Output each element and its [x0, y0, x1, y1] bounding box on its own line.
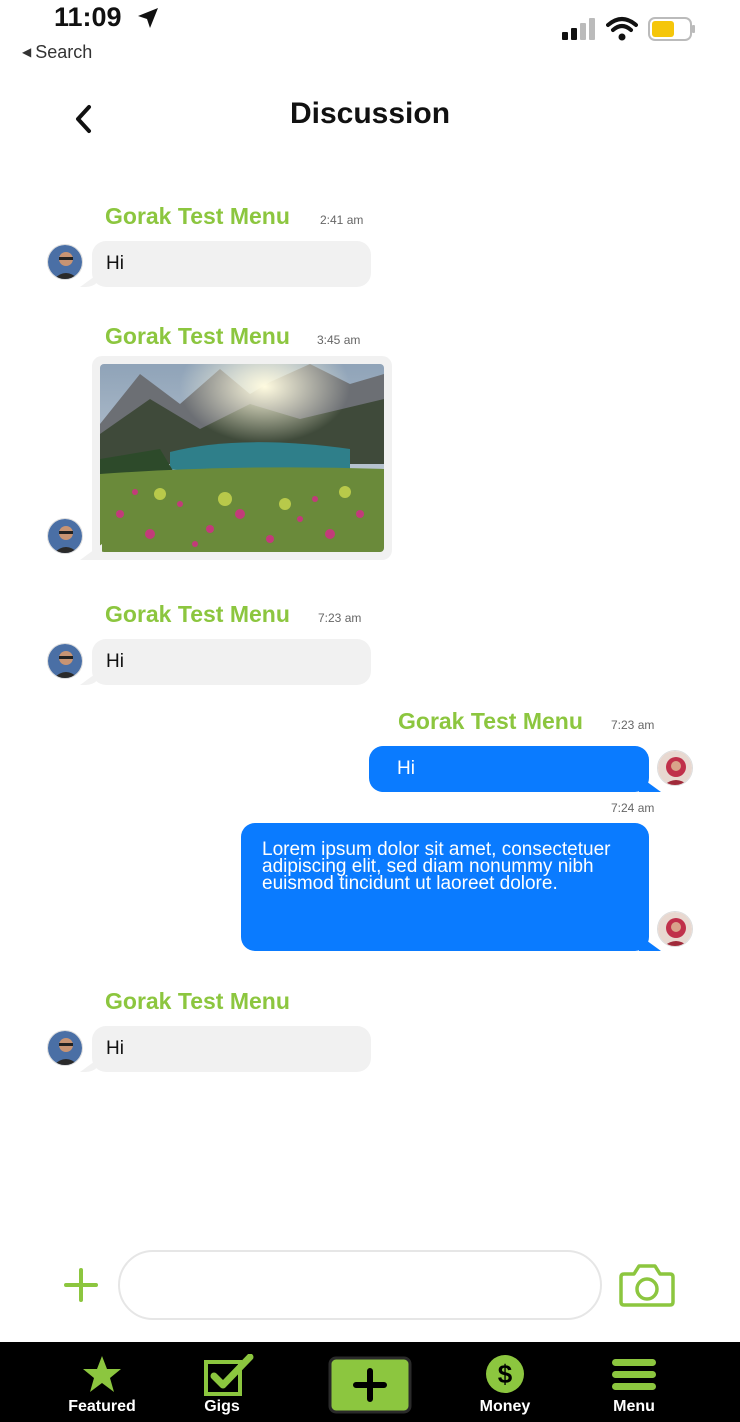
message-time: 3:45 am — [317, 333, 361, 347]
back-to-search-label: Search — [35, 42, 93, 62]
message-time: 2:41 am — [320, 213, 364, 227]
back-to-search-link[interactable]: ◀ Search — [22, 42, 92, 63]
message-time: 7:24 am — [611, 801, 655, 815]
tab-money[interactable]: $ Money — [474, 1342, 536, 1422]
attach-plus-icon[interactable] — [62, 1266, 100, 1304]
message-text: Hi — [106, 651, 124, 672]
tab-label: Featured — [68, 1398, 136, 1415]
svg-text:$: $ — [498, 1359, 513, 1389]
message-time: 7:23 am — [318, 611, 362, 625]
tab-create[interactable] — [328, 1342, 412, 1422]
message-time: 7:23 am — [611, 718, 655, 732]
menu-icon — [612, 1359, 656, 1390]
tab-menu[interactable]: Menu — [604, 1342, 664, 1422]
sender-avatar[interactable] — [47, 643, 83, 679]
mountain-lake-image[interactable] — [100, 364, 384, 552]
my-avatar[interactable] — [657, 911, 693, 947]
sender-avatar[interactable] — [47, 244, 83, 280]
message-bubble-incoming: Hi — [92, 241, 371, 287]
my-avatar[interactable] — [657, 750, 693, 786]
image-message-bubble[interactable] — [92, 356, 392, 560]
cellular-signal-icon — [562, 18, 595, 40]
bottom-tab-bar: Featured Gigs $ Money Menu — [0, 1342, 740, 1422]
tab-label: Money — [479, 1398, 531, 1415]
plus-icon — [328, 1356, 412, 1414]
message-sender: Gorak Test Menu — [398, 708, 583, 734]
message-sender: Gorak Test Menu — [105, 988, 290, 1014]
message-text: Hi — [106, 253, 124, 274]
tab-label: Gigs — [204, 1398, 240, 1415]
message-bubble-incoming: Hi — [92, 1026, 371, 1072]
tab-gigs[interactable]: Gigs — [186, 1342, 258, 1422]
message-sender: Gorak Test Menu — [105, 323, 290, 349]
star-icon — [83, 1356, 121, 1392]
message-sender: Gorak Test Menu — [105, 601, 290, 627]
tab-label: Menu — [613, 1398, 655, 1415]
battery-icon — [648, 17, 695, 41]
sender-avatar[interactable] — [47, 518, 83, 554]
page-title: Discussion — [289, 97, 451, 130]
camera-icon[interactable] — [618, 1262, 676, 1308]
message-text: Lorem ipsum dolor sit amet, consectetuer… — [262, 839, 611, 894]
dollar-icon: $ — [486, 1355, 524, 1393]
message-text: Hi — [106, 1038, 124, 1059]
tab-featured[interactable]: Featured — [62, 1342, 142, 1422]
message-input[interactable] — [118, 1250, 602, 1320]
message-bubble-outgoing: Hi — [369, 746, 649, 792]
sender-avatar[interactable] — [47, 1030, 83, 1066]
message-bubble-outgoing: Lorem ipsum dolor sit amet, consectetuer… — [241, 823, 649, 951]
wifi-icon — [606, 17, 638, 41]
status-time: 11:09 — [54, 2, 122, 32]
message-text: Hi — [397, 758, 415, 779]
checkbox-icon — [204, 1354, 254, 1396]
location-arrow-icon — [138, 8, 158, 28]
message-bubble-incoming: Hi — [92, 639, 371, 685]
message-sender: Gorak Test Menu — [105, 203, 290, 229]
